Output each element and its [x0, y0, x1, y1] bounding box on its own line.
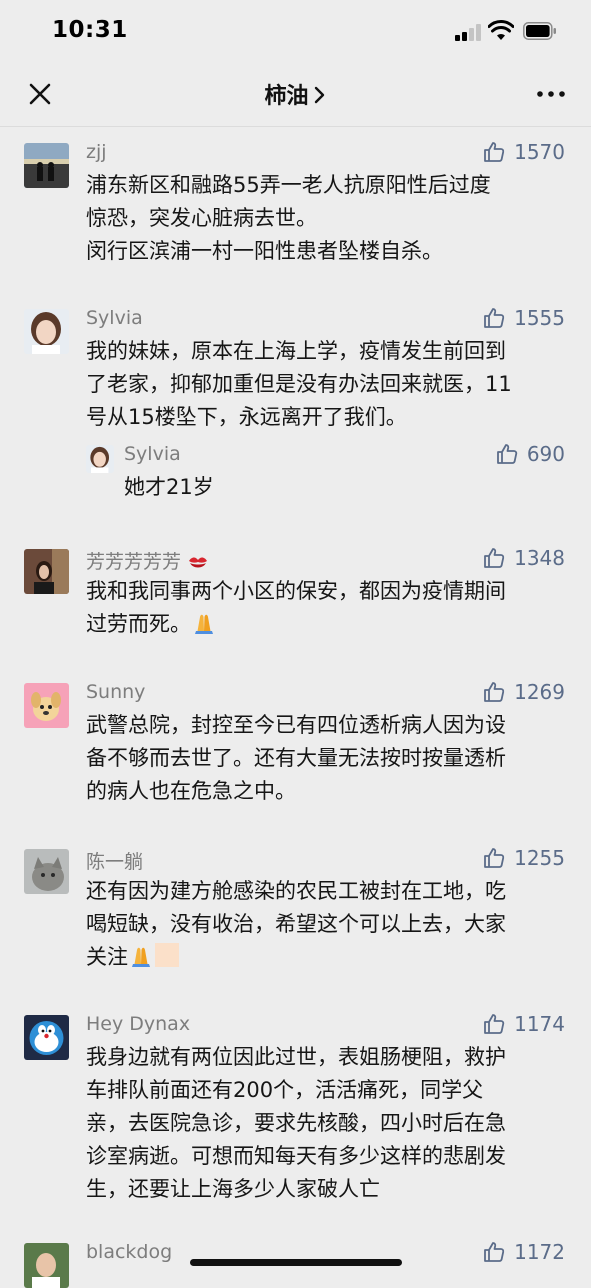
like-count: 1269 [514, 680, 565, 704]
comment-nickname[interactable]: 陈一躺 [86, 847, 143, 874]
comment-text: 我和我同事两个小区的保安，都因为疫情期间 过劳而死。 [86, 579, 506, 636]
like-button[interactable]: 1174 [482, 1012, 565, 1036]
nav-bar: 柿油 [0, 62, 591, 127]
cellular-signal-icon [455, 23, 483, 41]
thumbs-up-icon [484, 848, 505, 868]
kiss-mark-icon [189, 557, 208, 568]
like-button[interactable]: 1255 [482, 846, 565, 870]
like-button[interactable]: 690 [495, 442, 565, 466]
battery-icon [523, 22, 556, 40]
like-count: 1174 [514, 1012, 565, 1036]
avatar[interactable] [86, 445, 114, 473]
avatar[interactable] [24, 683, 69, 728]
thumbs-up-icon [496, 444, 517, 464]
like-count: 1255 [514, 846, 565, 870]
more-icon[interactable] [536, 84, 566, 104]
wifi-icon [488, 20, 514, 40]
avatar[interactable] [24, 309, 69, 354]
comment-nickname[interactable]: Sylvia [86, 307, 143, 329]
comment-nickname[interactable]: zjj [86, 141, 107, 163]
thumbs-up-icon [484, 142, 505, 162]
avatar[interactable] [24, 849, 69, 894]
praying-hands-icon [195, 614, 213, 634]
comment-text-wrap: 我和我同事两个小区的保安，都因为疫情期间 过劳而死。 [86, 575, 568, 641]
comment-nickname-row: 芳芳芳芳芳 [86, 547, 209, 574]
praying-hands-icon [132, 947, 150, 967]
comment-nickname[interactable]: 芳芳芳芳芳 [86, 551, 181, 573]
avatar[interactable] [24, 143, 69, 188]
comment-text: 我的妹妹，原本在上海上学，疫情发生前回到 了老家，抑郁加重但是没有办法回来就医，… [86, 339, 512, 429]
thumbs-up-icon [484, 682, 505, 702]
reply-text: 她才21岁 [124, 475, 214, 499]
thumbs-up-icon [484, 1014, 505, 1034]
like-count: 1172 [514, 1240, 565, 1264]
status-bar: 10:31 [0, 0, 591, 62]
thumbs-up-icon [484, 1242, 505, 1262]
comment-text-wrap: 还有因为建方舱感染的农民工被封在工地，吃 喝短缺，没有收治，希望这个可以上去，大… [86, 875, 568, 974]
avatar[interactable] [24, 1015, 69, 1060]
comment-nickname[interactable]: blackdog [86, 1241, 172, 1263]
reply-item: Sylvia 690 她才21岁 [0, 442, 591, 513]
comment-text: 我身边就有两位因此过世，表姐肠梗阻，救护 车排队前面还有200个，活活痛死，同学… [86, 1045, 506, 1201]
reply-nickname[interactable]: Sylvia [124, 443, 181, 465]
like-count: 1348 [514, 546, 565, 570]
like-count: 690 [526, 442, 565, 466]
page-title: 柿油 [264, 84, 309, 109]
like-count: 1570 [514, 140, 565, 164]
home-indicator[interactable] [190, 1259, 402, 1266]
thumbs-up-icon [484, 548, 505, 568]
page-title-button[interactable]: 柿油 [0, 78, 591, 110]
like-button[interactable]: 1269 [482, 680, 565, 704]
avatar[interactable] [24, 1243, 69, 1288]
like-button[interactable]: 1172 [482, 1240, 565, 1264]
like-button[interactable]: 1348 [482, 546, 565, 570]
status-time: 10:31 [52, 17, 128, 43]
chevron-right-icon [314, 86, 324, 104]
like-count: 1555 [514, 306, 565, 330]
thumbs-up-icon [484, 308, 505, 328]
like-button[interactable]: 1555 [482, 306, 565, 330]
like-button[interactable]: 1570 [482, 140, 565, 164]
avatar[interactable] [24, 549, 69, 594]
skin-tone-swatch-icon [155, 943, 179, 967]
comment-nickname[interactable]: Hey Dynax [86, 1013, 190, 1035]
comment-text: 浦东新区和融路55弄一老人抗原阳性后过度 惊恐，突发心脏病去世。 闵行区滨浦一村… [86, 173, 491, 263]
comment-nickname[interactable]: Sunny [86, 681, 145, 703]
comment-text: 武警总院，封控至今已有四位透析病人因为设 备不够而去世了。还有大量无法按时按量透… [86, 713, 506, 803]
